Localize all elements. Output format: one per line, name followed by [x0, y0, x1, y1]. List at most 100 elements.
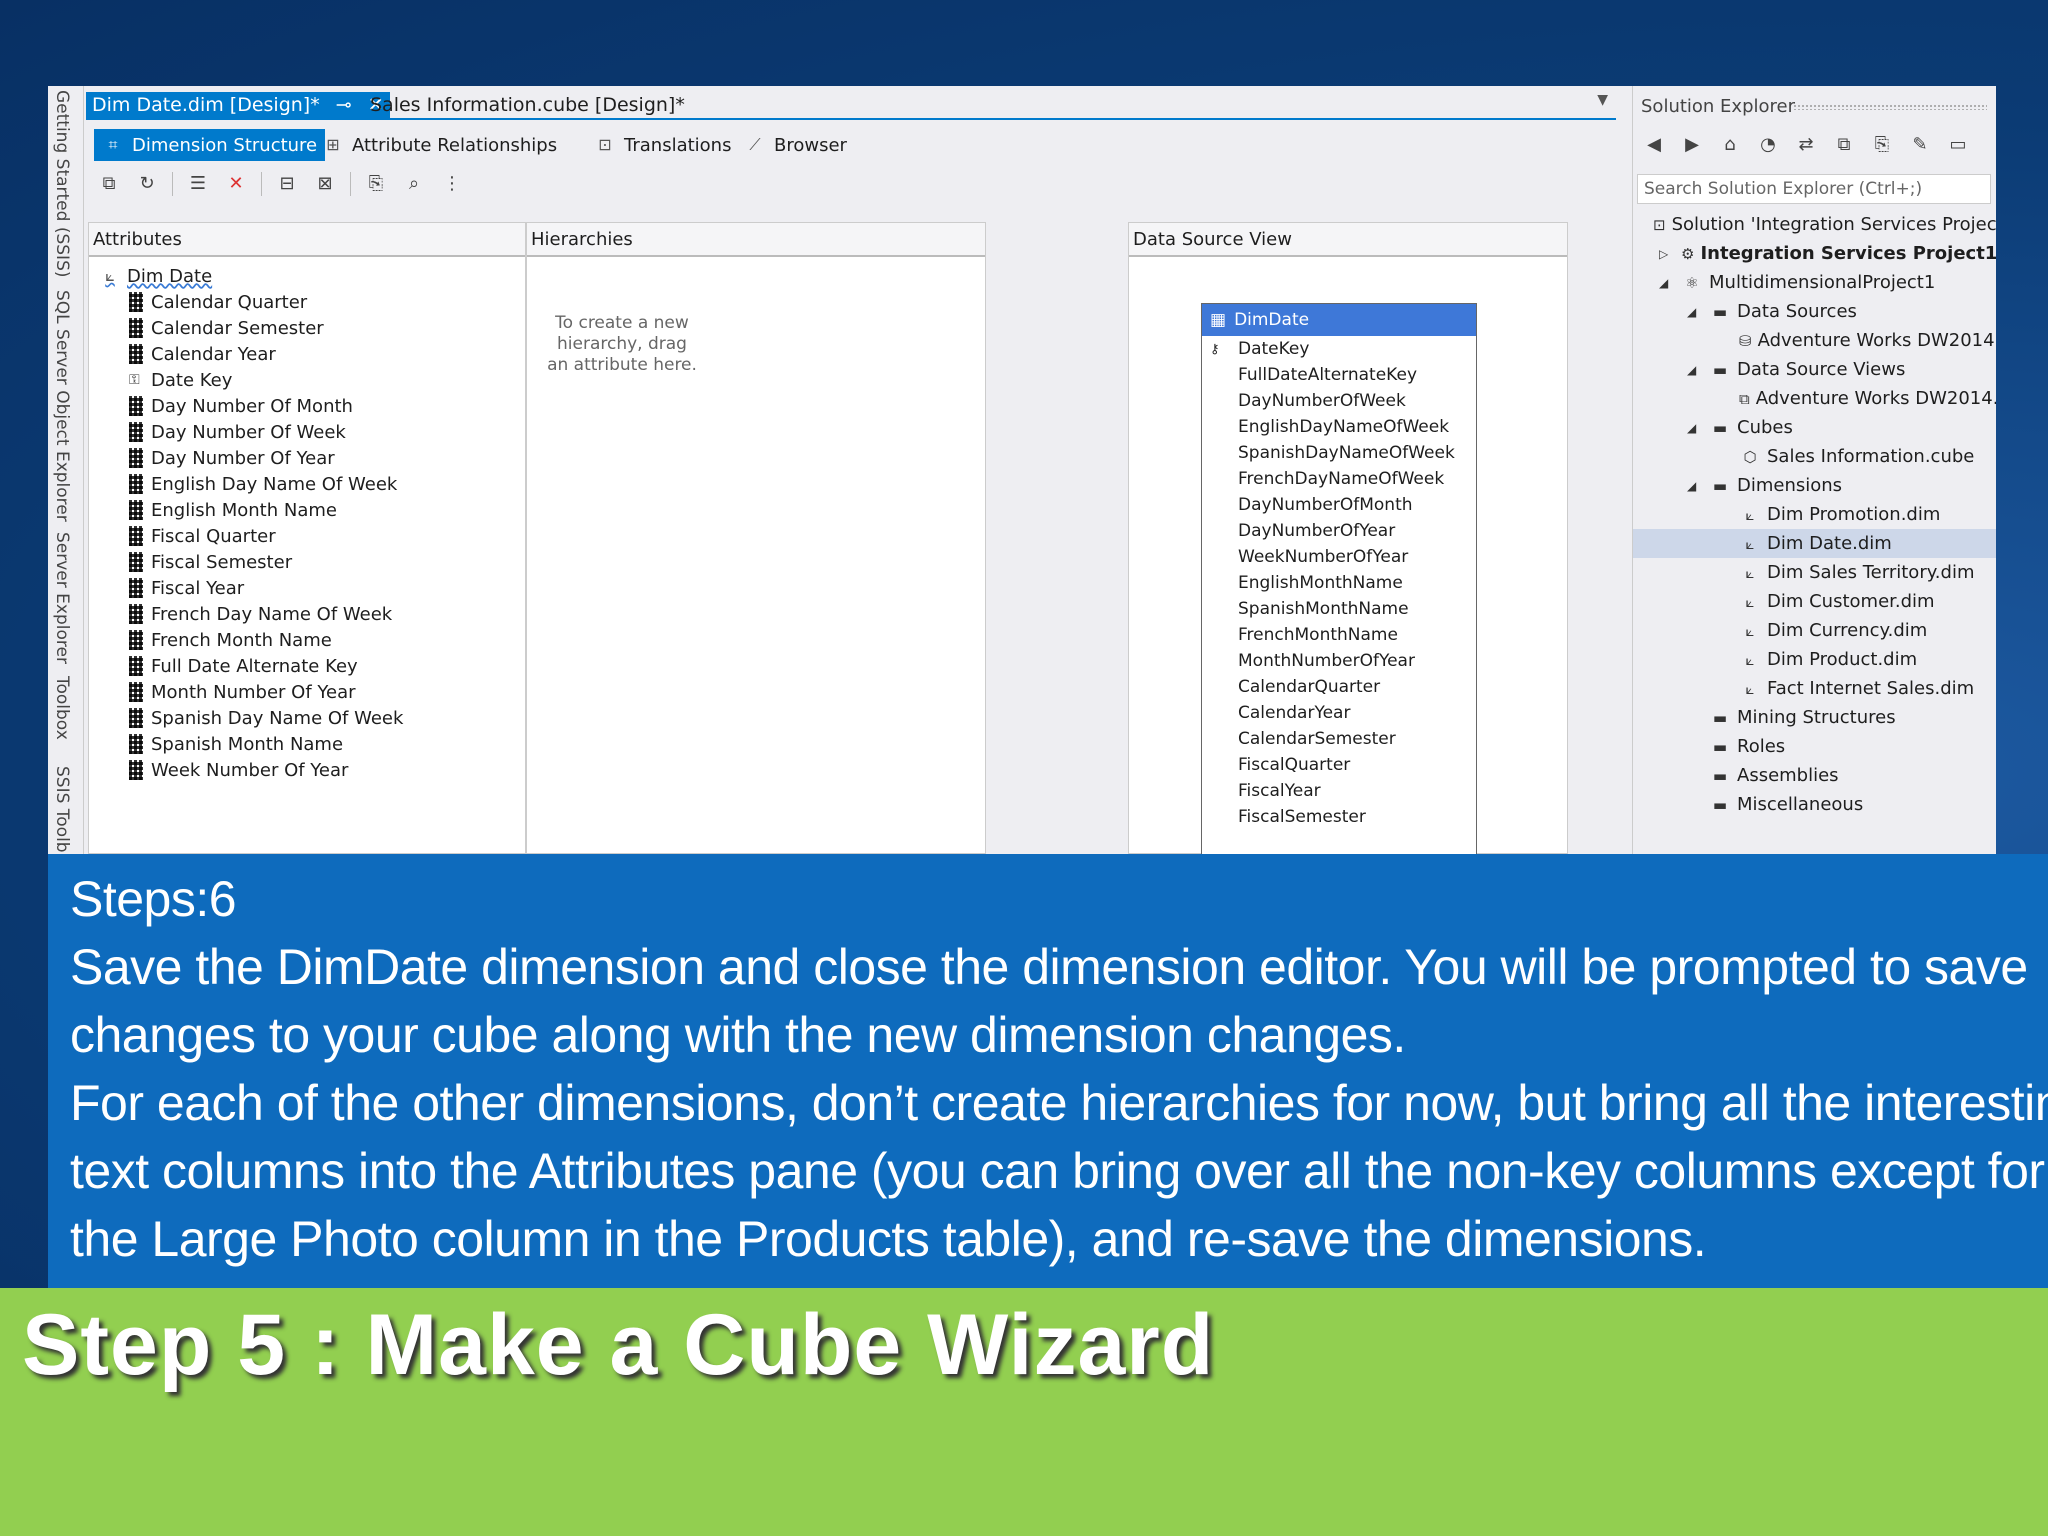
attribute-item[interactable]: French Day Name Of Week [99, 601, 403, 627]
attribute-item[interactable]: Calendar Semester [99, 315, 403, 341]
table-column[interactable]: FiscalYear [1202, 778, 1476, 804]
forward-icon[interactable]: ▶ [1679, 132, 1705, 158]
tree-node[interactable]: ◢ ▬ Data Sources [1633, 297, 1996, 326]
collapse-icon[interactable]: ◢ [1659, 276, 1668, 290]
collapse-icon[interactable]: ◢ [1687, 479, 1696, 493]
pin-icon[interactable]: ⊸ [336, 94, 352, 116]
tree-node[interactable]: ◢ ⚛ MultidimensionalProject1 [1633, 268, 1996, 297]
table-column[interactable]: FiscalSemester [1202, 804, 1476, 830]
table-column[interactable]: WeekNumberOfYear [1202, 544, 1476, 570]
show-all-files-icon[interactable]: ⎘ [1869, 132, 1895, 158]
tree-node[interactable]: ◢ ▬ Cubes [1633, 413, 1996, 442]
expand-icon[interactable]: ▷ [1659, 247, 1668, 261]
attribute-item[interactable]: Calendar Year [99, 341, 403, 367]
table-column[interactable]: EnglishDayNameOfWeek [1202, 414, 1476, 440]
side-tab-toolbox[interactable]: Toolbox [52, 676, 72, 740]
new-table-icon[interactable]: ⊟ [274, 171, 300, 197]
dimdate-table[interactable]: ▦ DimDate ⚷ DateKey FullDateAlternateKey Da… [1201, 303, 1477, 854]
tree-node[interactable]: ⟀ Dim Customer.dim [1633, 587, 1996, 616]
attribute-item[interactable]: Month Number Of Year [99, 679, 403, 705]
table-column[interactable]: ⚷ DateKey [1202, 336, 1476, 362]
process-icon[interactable]: ↻ [134, 171, 160, 197]
delete-icon[interactable]: ✕ [223, 171, 249, 197]
tree-node[interactable]: ⟀ Dim Currency.dim [1633, 616, 1996, 645]
table-column[interactable]: MonthNumberOfYear [1202, 648, 1476, 674]
collapse-icon[interactable]: ◢ [1687, 305, 1696, 319]
tab-list-dropdown-icon[interactable]: ▼ [1597, 92, 1608, 108]
attribute-item[interactable]: English Day Name Of Week [99, 471, 403, 497]
tree-node[interactable]: ⟀ Dim Sales Territory.dim [1633, 558, 1996, 587]
show-related-tables-icon[interactable]: ⎘ [363, 171, 389, 197]
collapse-icon[interactable]: ◢ [1687, 421, 1696, 435]
table-column[interactable]: SpanishMonthName [1202, 596, 1476, 622]
tree-node[interactable]: ⟀ Fact Internet Sales.dim [1633, 674, 1996, 703]
tree-node[interactable]: ▷ ⚙ Integration Services Project1 [1633, 239, 1996, 268]
tree-node[interactable]: ⛁ Adventure Works DW2014.ds [1633, 326, 1996, 355]
attribute-item[interactable]: Calendar Quarter [99, 289, 403, 315]
attribute-item[interactable]: French Month Name [99, 627, 403, 653]
properties-icon[interactable]: ✎ [1907, 132, 1933, 158]
new-named-query-icon[interactable]: ⊠ [312, 171, 338, 197]
table-column[interactable]: DayNumberOfWeek [1202, 388, 1476, 414]
tree-node[interactable]: ⧉ Adventure Works DW2014.dsv [1633, 384, 1996, 413]
attribute-item[interactable]: Day Number Of Month [99, 393, 403, 419]
table-column[interactable]: CalendarYear [1202, 700, 1476, 726]
tree-node[interactable]: ⊡ Solution 'Integration Services Project1… [1633, 210, 1996, 239]
home-icon[interactable]: ⌂ [1717, 132, 1743, 158]
tree-node[interactable]: ▬ Roles [1633, 732, 1996, 761]
table-column[interactable]: EnglishMonthName [1202, 570, 1476, 596]
attribute-item[interactable]: Week Number Of Year [99, 757, 403, 783]
attribute-item[interactable]: ⚿ Date Key [99, 367, 403, 393]
tab-dim-date-design[interactable]: Dim Date.dim [Design]* ⊸ ✕ [86, 92, 390, 120]
arrange-tables-icon[interactable]: ⋮ [439, 171, 465, 197]
attribute-item[interactable]: Day Number Of Year [99, 445, 403, 471]
attribute-item[interactable]: Day Number Of Week [99, 419, 403, 445]
tree-node[interactable]: ◢ ▬ Dimensions [1633, 471, 1996, 500]
solution-search-input[interactable]: Search Solution Explorer (Ctrl+;) [1637, 174, 1991, 204]
tab-attribute-relationships[interactable]: ⊞ Attribute Relationships [314, 129, 565, 161]
tree-node[interactable]: ⟀ Dim Promotion.dim [1633, 500, 1996, 529]
tree-node[interactable]: ▬ Assemblies [1633, 761, 1996, 790]
dimension-root[interactable]: ⟀ Dim Date [99, 263, 403, 289]
tree-node[interactable]: ⬡ Sales Information.cube [1633, 442, 1996, 471]
preview-icon[interactable]: ▭ [1945, 132, 1971, 158]
tab-browser[interactable]: ⟋ Browser [736, 129, 855, 161]
history-icon[interactable]: ◔ [1755, 132, 1781, 158]
collapse-all-icon[interactable]: ⧉ [1831, 132, 1857, 158]
attribute-item[interactable]: Spanish Day Name Of Week [99, 705, 403, 731]
side-tab-server-explorer[interactable]: Server Explorer [52, 532, 72, 664]
tab-dimension-structure[interactable]: ⌗ Dimension Structure [94, 129, 326, 161]
table-column[interactable]: FrenchMonthName [1202, 622, 1476, 648]
attribute-item[interactable]: Fiscal Quarter [99, 523, 403, 549]
view-list-icon[interactable]: ☰ [185, 171, 211, 197]
sync-icon[interactable]: ⇄ [1793, 132, 1819, 158]
table-column[interactable]: DayNumberOfMonth [1202, 492, 1476, 518]
add-cube-dimension-icon[interactable]: ⧉ [96, 171, 122, 197]
attribute-item[interactable]: Fiscal Semester [99, 549, 403, 575]
side-tab-ssis-toolbox[interactable]: SSIS Toolb [52, 766, 72, 853]
back-icon[interactable]: ◀ [1641, 132, 1667, 158]
table-column[interactable]: FullDateAlternateKey [1202, 362, 1476, 388]
tree-node[interactable]: ▬ Miscellaneous [1633, 790, 1996, 819]
tree-node[interactable]: ▬ Mining Structures [1633, 703, 1996, 732]
collapse-icon[interactable]: ◢ [1687, 363, 1696, 377]
attribute-item[interactable]: Full Date Alternate Key [99, 653, 403, 679]
table-column[interactable]: FrenchDayNameOfWeek [1202, 466, 1476, 492]
tree-node[interactable]: ⟀ Dim Date.dim [1633, 529, 1996, 558]
table-column[interactable]: DayNumberOfYear [1202, 518, 1476, 544]
side-tab-sql-object-explorer[interactable]: SQL Server Object Explorer [52, 290, 72, 522]
attribute-item[interactable]: Fiscal Year [99, 575, 403, 601]
zoom-icon[interactable]: ⌕ [401, 171, 427, 197]
attribute-item[interactable]: English Month Name [99, 497, 403, 523]
table-column[interactable]: CalendarQuarter [1202, 674, 1476, 700]
side-tab-getting-started[interactable]: Getting Started (SSIS) [52, 90, 72, 278]
tab-translations[interactable]: ⊡ Translations [586, 129, 739, 161]
table-column[interactable]: CalendarSemester [1202, 726, 1476, 752]
dimdate-table-title[interactable]: ▦ DimDate [1202, 304, 1476, 336]
table-column[interactable]: SpanishDayNameOfWeek [1202, 440, 1476, 466]
tab-sales-information-cube[interactable]: Sales Information.cube [Design]* [364, 92, 691, 120]
tree-node[interactable]: ◢ ▬ Data Source Views [1633, 355, 1996, 384]
attribute-item[interactable]: Spanish Month Name [99, 731, 403, 757]
tree-node[interactable]: ⟀ Dim Product.dim [1633, 645, 1996, 674]
table-column[interactable]: FiscalQuarter [1202, 752, 1476, 778]
